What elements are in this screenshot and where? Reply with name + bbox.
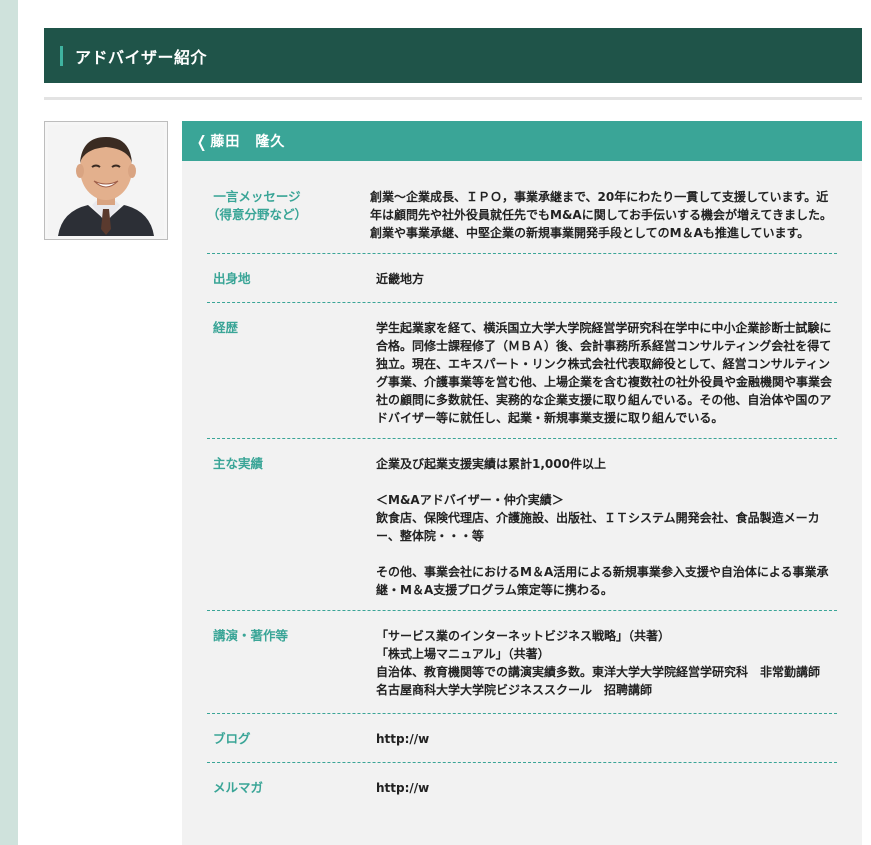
advisor-name-bar: ❬ 藤田 隆久 — [182, 121, 862, 161]
publications-value: 「サービス業のインターネットビジネス戦略」（共著） 「株式上場マニュアル」（共著… — [376, 629, 821, 697]
profile-row-achievements: 主な実績 企業及び起業支援実績は累計1,000件以上 ＜M&Aアドバイザー・仲介… — [207, 439, 837, 611]
profile-row-career: 経歴 学生起業家を経て、横浜国立大学大学院経営学研究科在学中に中小企業診断士試験… — [207, 303, 837, 439]
profile-table: 一言メッセージ （得意分野など） 創業～企業成長、ＩＰＯ，事業承継まで、20年に… — [207, 174, 837, 808]
profile-row-origin: 出身地 近畿地方 — [207, 254, 837, 303]
advisor-portrait-image — [48, 125, 164, 236]
profile-row-mailmag: メルマガ http://w — [207, 763, 837, 808]
message-label: 一言メッセージ （得意分野など） — [207, 189, 308, 222]
profile-panel: 一言メッセージ （得意分野など） 創業～企業成長、ＩＰＯ，事業承継まで、20年に… — [182, 161, 862, 845]
page: アドバイザー紹介 ❬ 藤田 隆久 一言メッセージ （得意分野など） 創業～企業成… — [18, 0, 871, 845]
section-title: アドバイザー紹介 — [75, 47, 208, 67]
divider — [44, 97, 862, 100]
mailmag-link[interactable]: http://w — [376, 779, 837, 797]
advisor-photo — [44, 121, 168, 240]
origin-value: 近畿地方 — [376, 272, 425, 286]
section-header: アドバイザー紹介 — [44, 28, 862, 83]
advisor-name: 藤田 隆久 — [210, 134, 286, 150]
blog-label: ブログ — [213, 731, 251, 746]
blog-link[interactable]: http://w — [376, 730, 837, 748]
career-label: 経歴 — [213, 320, 239, 335]
origin-label: 出身地 — [213, 271, 251, 286]
header-accent-bar — [60, 45, 63, 66]
career-value: 学生起業家を経て、横浜国立大学大学院経営学研究科在学中に中小企業診断士試験に合格… — [376, 321, 833, 425]
achievements-value: 企業及び起業支援実績は累計1,000件以上 ＜M&Aアドバイザー・仲介実績＞ 飲… — [376, 457, 829, 597]
profile-row-message: 一言メッセージ （得意分野など） 創業～企業成長、ＩＰＯ，事業承継まで、20年に… — [207, 174, 837, 254]
publications-label: 講演・著作等 — [213, 628, 289, 643]
mailmag-label: メルマガ — [213, 780, 264, 795]
message-value: 創業～企業成長、ＩＰＯ，事業承継まで、20年にわたり一貫して支援しています。近年… — [370, 190, 833, 240]
achievements-label: 主な実績 — [213, 456, 264, 471]
profile-row-publications: 講演・著作等 「サービス業のインターネットビジネス戦略」（共著） 「株式上場マニ… — [207, 611, 837, 714]
chevron-left-icon[interactable]: ❬ — [195, 132, 208, 151]
profile-row-blog: ブログ http://w — [207, 714, 837, 763]
